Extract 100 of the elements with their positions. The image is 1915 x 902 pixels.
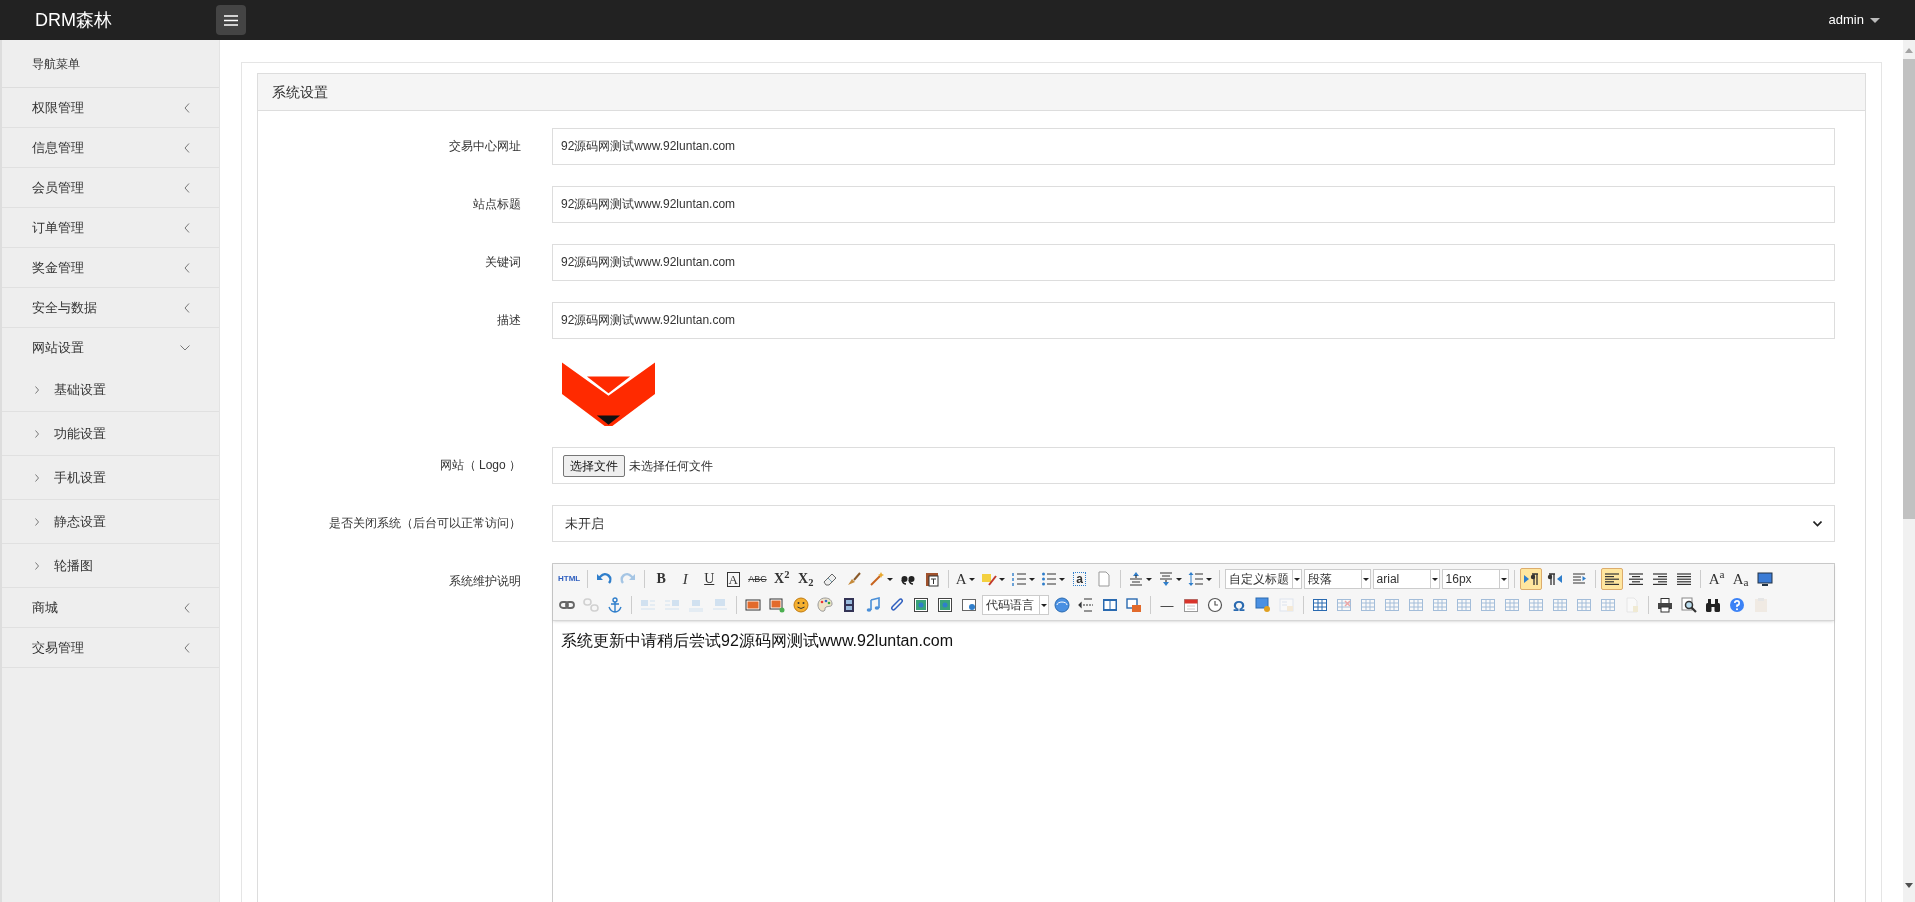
caret-icon (1293, 577, 1300, 581)
text-input-field[interactable]: 92源码网测试www.92luntan.com (552, 302, 1835, 339)
image-icon (745, 597, 761, 613)
toolbar-button[interactable]: a (1068, 568, 1091, 590)
magnifier-icon (1681, 597, 1697, 613)
brand-logo-text[interactable]: DRM森林 (35, 9, 112, 30)
sidebar-heading: 导航菜单 (32, 55, 80, 73)
toolbar-dropdown[interactable]: 段落 (1303, 569, 1371, 589)
toolbar-button[interactable]: I (674, 568, 697, 590)
table-icon (1360, 597, 1376, 613)
align-left-button[interactable] (1600, 568, 1623, 590)
file-status-text: 未选择任何文件 (629, 457, 713, 475)
sidebar-item[interactable]: 奖金管理 (2, 248, 219, 288)
sidebar-item[interactable]: 权限管理 (2, 88, 219, 128)
sidebar-item[interactable]: 交易管理 (2, 628, 219, 668)
table-icon (1384, 597, 1400, 613)
sidebar-item[interactable]: 安全与数据 (2, 288, 219, 328)
sidebar-item[interactable]: 订单管理 (2, 208, 219, 248)
chevron-right-icon (35, 429, 39, 438)
line-height-icon (1187, 571, 1204, 587)
sidebar-subitem[interactable]: 基础设置 (2, 368, 219, 412)
caret-icon (1500, 577, 1507, 581)
user-menu[interactable]: admin (1828, 10, 1880, 30)
text-input-field[interactable]: 92源码网测试www.92luntan.com (552, 186, 1835, 223)
sidebar-subitem[interactable]: 轮播图 (2, 544, 219, 588)
toolbar-button[interactable]: U (698, 568, 721, 590)
scroll-down-icon[interactable] (1905, 883, 1913, 888)
align-left-icon (1603, 571, 1620, 587)
field-label: 交易中心网址 (449, 138, 521, 155)
toolbar-dropdown[interactable]: 自定义标题 (1224, 569, 1302, 589)
field-label: 描述 (497, 312, 521, 329)
field-label: 系统维护说明 (449, 573, 521, 590)
sidebar-item[interactable]: 会员管理 (2, 168, 219, 208)
paperclip-icon (889, 597, 905, 613)
chevron-left-icon (184, 302, 190, 313)
toolbar-button[interactable]: ABC (746, 568, 769, 590)
toolbar-button[interactable]: A (722, 568, 745, 590)
toolbar-button[interactable]: A$^{a}$ (1705, 568, 1728, 590)
caret-icon (886, 577, 893, 581)
text-input-field[interactable]: 92源码网测试www.92luntan.com (552, 244, 1835, 281)
scrollbar[interactable] (1903, 40, 1915, 902)
sidebar-item[interactable]: 信息管理 (2, 128, 219, 168)
chevron-right-icon (35, 517, 39, 526)
toolbar-button[interactable]: A (953, 568, 977, 590)
justify-icon (1675, 571, 1692, 587)
caret-icon (1175, 577, 1182, 581)
toolbar-button[interactable]: Ω (1228, 594, 1250, 616)
chevron-down-icon (1813, 520, 1822, 527)
web-page-icon (961, 597, 977, 613)
editor-content-text: 系统更新中请稍后尝试92源码网测试www.92luntan.com (561, 631, 955, 651)
sidebar-subitem[interactable]: 功能设置 (2, 412, 219, 456)
menu-toggle-button[interactable] (216, 5, 246, 35)
chevron-down-icon (180, 345, 190, 351)
chevron-right-icon (35, 561, 39, 570)
toolbar-button[interactable]: HTML (556, 568, 583, 590)
toolbar-button[interactable]: — (1156, 594, 1178, 616)
scrollbar-thumb[interactable] (1903, 59, 1915, 519)
table-icon (1528, 597, 1544, 613)
sidebar-item[interactable]: 商城 (2, 588, 219, 628)
align-center-icon (1627, 571, 1644, 587)
file-input-field[interactable]: 选择文件 未选择任何文件 (552, 447, 1835, 484)
sidebar-subitem[interactable]: 静态设置 (2, 500, 219, 544)
clock-icon (1207, 597, 1223, 613)
table-icon (1552, 597, 1568, 613)
caret-icon (1431, 577, 1438, 581)
numbered-list-icon (1010, 571, 1027, 587)
field-label: 网站（ Logo ） (439, 457, 521, 474)
card-title: 系统设置 (272, 82, 328, 102)
chart-icon (1624, 597, 1640, 613)
toolbar-dropdown[interactable]: arial (1372, 569, 1440, 589)
film-icon (841, 597, 857, 613)
select-field[interactable]: 未开启 (552, 505, 1835, 542)
toolbar-dropdown[interactable]: 16px (1441, 569, 1509, 589)
toolbar-button[interactable]: B (650, 568, 673, 590)
chevron-right-icon (35, 473, 39, 482)
rich-text-editor[interactable]: HTML B I U A ABC X$^{2}$ X$_{2}$ A a 自定义标题 段落 arial 16px A$^{a}$ A$_{a}$ 代码语言 — Ω 系统更新中请稍后尝试92源码网测试www.92luntan.com (552, 563, 1835, 902)
toolbar-button[interactable]: X$^{2}$ (770, 568, 793, 590)
toolbar-button[interactable]: X$_{2}$ (794, 568, 817, 590)
sidebar-subitem[interactable]: 手机设置 (2, 456, 219, 500)
menu-icon (224, 14, 238, 26)
left-to-right-button[interactable] (1519, 568, 1542, 590)
smiley-button[interactable] (790, 594, 812, 616)
caret-icon (968, 577, 975, 581)
text-input-field[interactable]: 92源码网测试www.92luntan.com (552, 128, 1835, 165)
magic-wand-icon (868, 571, 885, 587)
image-right-icon (664, 597, 680, 613)
binoculars-icon (1705, 597, 1721, 613)
scroll-up-icon[interactable] (1905, 48, 1913, 53)
chevron-left-icon (184, 142, 190, 153)
spacing-top-icon (1127, 571, 1144, 587)
caret-icon (1028, 577, 1035, 581)
toolbar-button[interactable]: A$_{a}$ (1729, 568, 1752, 590)
choose-file-button[interactable]: 选择文件 (563, 454, 625, 477)
chevron-left-icon (184, 102, 190, 113)
toolbar-dropdown[interactable]: 代码语言 (982, 595, 1049, 615)
sidebar-item[interactable]: 网站设置 (2, 328, 219, 368)
globe-button[interactable] (1051, 594, 1073, 616)
page-break-icon (1078, 597, 1094, 613)
chevron-left-icon (184, 222, 190, 233)
table-icon (1312, 597, 1328, 613)
